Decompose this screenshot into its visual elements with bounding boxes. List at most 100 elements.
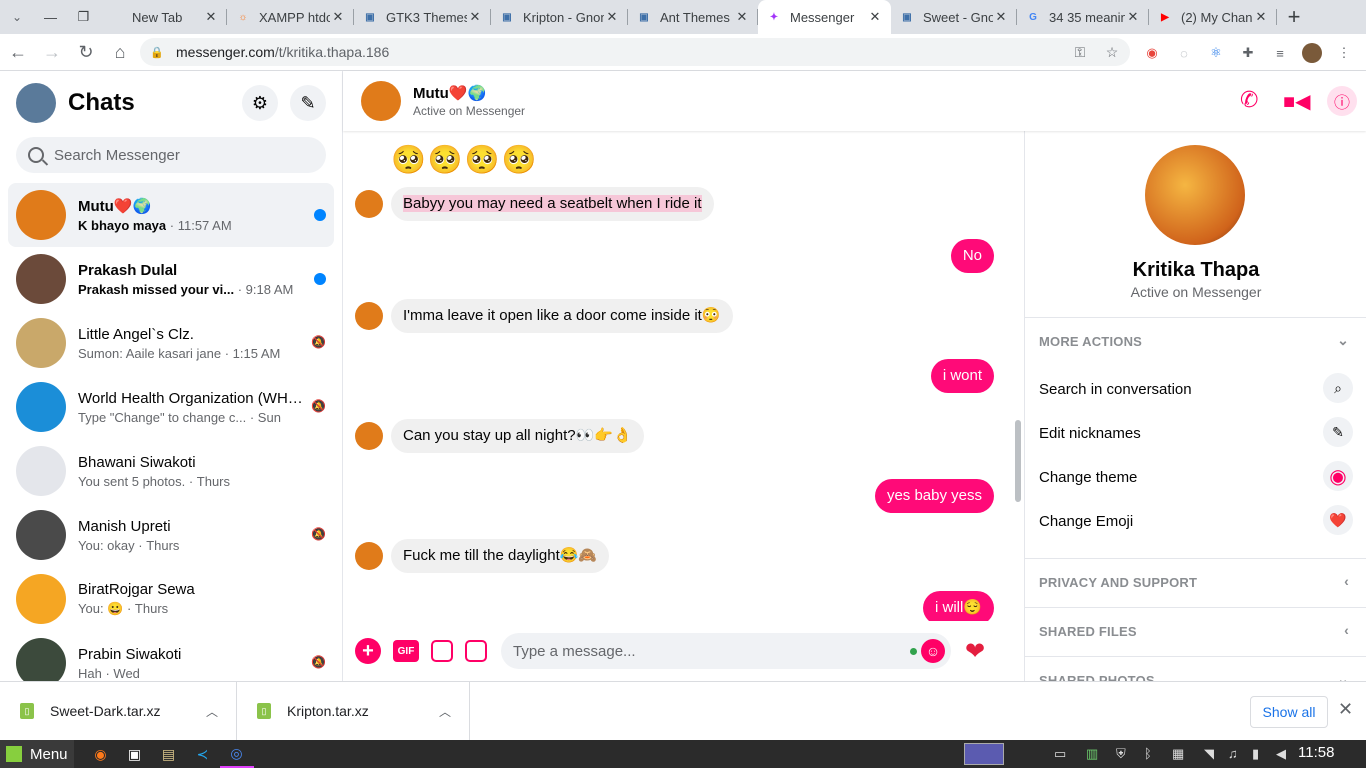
menu-kebab-icon[interactable]: ⋮	[1334, 43, 1354, 63]
send-heart-icon[interactable]: ❤	[965, 637, 985, 666]
back-icon[interactable]: ←	[2, 36, 34, 68]
new-tab-button[interactable]: +	[1277, 0, 1311, 34]
close-tab-icon[interactable]: ✕	[993, 9, 1009, 25]
info-action-item[interactable]: Search in conversation ⌕	[1025, 367, 1366, 411]
reload-icon[interactable]: ↻	[70, 36, 102, 68]
profile-picture[interactable]	[1145, 145, 1245, 245]
show-all-button[interactable]: Show all	[1250, 696, 1328, 728]
wifi-icon[interactable]: ◥	[1204, 746, 1214, 762]
chat-list-item[interactable]: World Health Organization (WHO) Type "Cha…	[8, 375, 334, 439]
browser-tab[interactable]: ▣ GTK3 Themes ✕	[354, 0, 491, 34]
chat-list-item[interactable]: Prabin Siwakoti Hah · Wed 🔕	[8, 631, 334, 681]
chat-list-item[interactable]: Little Angel`s Clz. Sumon: Aaile kasari j…	[8, 311, 334, 375]
shared-files-section[interactable]: SHARED FILES ‹	[1025, 607, 1366, 655]
emoji-message[interactable]: 🥺🥺🥺🥺	[391, 143, 538, 176]
chat-list-item[interactable]: Mutu❤️🌍 K bhayo maya · 11:57 AM	[8, 183, 334, 247]
shared-photos-section[interactable]: SHARED PHOTOS ⌄	[1025, 656, 1366, 681]
close-tab-icon[interactable]: ✕	[604, 9, 620, 25]
chat-list-item[interactable]: BiratRojgar Sewa You: 😀 · Thurs	[8, 567, 334, 631]
profile-avatar[interactable]	[1302, 43, 1322, 63]
close-tab-icon[interactable]: ✕	[1253, 9, 1269, 25]
gif-icon[interactable]: GIF	[393, 640, 419, 662]
clock[interactable]: 11:58	[1298, 744, 1334, 761]
bluetooth-off-icon[interactable]: ᛒ	[1144, 746, 1152, 761]
chat-list-item[interactable]: Prakash Dulal Prakash missed your vi... ·…	[8, 247, 334, 311]
tab-search-button[interactable]: ⌄	[0, 0, 34, 34]
vscode-icon[interactable]: ≺	[186, 740, 220, 768]
close-tab-icon[interactable]: ✕	[330, 9, 346, 25]
download-item[interactable]: ▯ Kripton.tar.xz ︿	[237, 682, 470, 740]
browser-tab[interactable]: ▣ Ant Themes ✕	[628, 0, 758, 34]
home-icon[interactable]: ⌂	[104, 36, 136, 68]
info-action-item[interactable]: Change Emoji ❤️	[1025, 499, 1366, 543]
contact-avatar[interactable]	[361, 81, 401, 121]
emoji-picker-icon[interactable]: ☺	[921, 639, 945, 663]
contact-name[interactable]: Mutu❤️🌍	[413, 84, 525, 102]
search-messenger-input[interactable]: Search Messenger	[16, 137, 326, 173]
files-icon[interactable]: ▤	[152, 740, 186, 768]
start-menu-button[interactable]: Menu	[0, 740, 74, 768]
window-list-icon[interactable]: ▭	[1054, 746, 1066, 762]
workspace-switcher[interactable]	[964, 743, 1004, 765]
browser-tab[interactable]: ▣ Kripton - Gnome✕	[491, 0, 628, 34]
browser-tab[interactable]: ▣ Sweet - Gnome✕	[891, 0, 1017, 34]
chat-list-item[interactable]: Bhawani Siwakoti You sent 5 photos. · Thu…	[8, 439, 334, 503]
message-bubble[interactable]: Can you stay up all night?👀👉👌	[391, 419, 644, 453]
bookmark-star-icon[interactable]: ☆	[1102, 42, 1122, 62]
reading-list-icon[interactable]: ≡	[1270, 43, 1290, 63]
info-action-item[interactable]: Change theme ◉	[1025, 455, 1366, 499]
music-note-icon[interactable]: ♫	[1228, 746, 1238, 761]
close-icon[interactable]: ✕	[1338, 699, 1353, 720]
key-icon[interactable]: ⚿	[1070, 42, 1090, 62]
clipboard-icon[interactable]: ▦	[1172, 746, 1184, 762]
message-bubble[interactable]: i wont	[930, 359, 994, 393]
address-bar[interactable]: 🔒 messenger.com/t/kritika.thapa.186 ⚿ ☆	[140, 38, 1130, 66]
message-bubble[interactable]: Babyy you may need a seatbelt when I rid…	[391, 187, 714, 221]
shield-icon[interactable]: ⛨	[1116, 746, 1126, 762]
message-scrollbar[interactable]	[1015, 420, 1021, 502]
minimize-icon[interactable]: —	[34, 0, 67, 34]
new-message-icon[interactable]: ✎	[290, 85, 326, 121]
chevron-up-icon[interactable]: ︿	[206, 703, 218, 720]
message-bubble[interactable]: I'mma leave it open like a door come ins…	[391, 299, 733, 333]
download-item[interactable]: ▯ Sweet-Dark.tar.xz ︿	[0, 682, 237, 740]
close-tab-icon[interactable]: ✕	[467, 9, 483, 25]
message-bubble[interactable]: No	[950, 239, 994, 273]
message-input[interactable]: Type a message... ☺	[501, 633, 951, 669]
browser-tab[interactable]: ☼ XAMPP htdocs✕	[227, 0, 354, 34]
terminal-icon[interactable]: ▣	[118, 740, 152, 768]
react-devtools-icon[interactable]: ⚛	[1206, 43, 1226, 63]
message-bubble[interactable]: i will😌	[922, 591, 994, 621]
message-bubble[interactable]: Fuck me till the daylight😂🙈	[391, 539, 610, 573]
video-call-icon[interactable]: ■◀	[1283, 89, 1310, 114]
browser-tab[interactable]: ▶ (2) My Channel✕	[1149, 0, 1277, 34]
chat-list-item[interactable]: Manish Upreti You: okay · Thurs 🔕	[8, 503, 334, 567]
user-avatar[interactable]	[16, 83, 56, 123]
browser-tab[interactable]: ✦ Messenger ✕	[758, 0, 891, 34]
photo-icon[interactable]: p	[465, 640, 487, 662]
extension-icon[interactable]: ◌	[1174, 43, 1194, 63]
info-action-item[interactable]: Edit nicknames ✎	[1025, 411, 1366, 455]
update-manager-icon[interactable]: ▥	[1086, 746, 1098, 762]
browser-tab[interactable]: G 34 35 meaning✕	[1017, 0, 1149, 34]
close-tab-icon[interactable]: ✕	[1125, 9, 1141, 25]
conversation-info-icon[interactable]: ⓘ	[1327, 86, 1357, 116]
extensions-puzzle-icon[interactable]: ✚	[1238, 43, 1258, 63]
close-tab-icon[interactable]: ✕	[867, 9, 883, 25]
battery-icon[interactable]: ▮	[1252, 746, 1259, 762]
message-bubble[interactable]: yes baby yess	[874, 479, 994, 513]
more-actions-plus-icon[interactable]: +	[355, 638, 381, 664]
firefox-icon[interactable]: ◉	[84, 740, 118, 768]
close-tab-icon[interactable]: ✕	[734, 9, 750, 25]
settings-gear-icon[interactable]: ⚙	[242, 85, 278, 121]
chevron-up-icon[interactable]: ︿	[439, 703, 451, 720]
more-actions-section[interactable]: MORE ACTIONS ⌄	[1025, 317, 1366, 365]
voice-call-icon[interactable]: ✆	[1240, 87, 1258, 113]
sticker-icon[interactable]: s	[431, 640, 453, 662]
volume-icon[interactable]: ◀	[1276, 746, 1286, 762]
chrome-icon[interactable]: ◎	[219, 740, 254, 768]
restore-icon[interactable]: ❐	[67, 0, 100, 34]
close-tab-icon[interactable]: ✕	[203, 9, 219, 25]
privacy-support-section[interactable]: PRIVACY AND SUPPORT ‹	[1025, 558, 1366, 606]
forward-icon[interactable]: →	[36, 36, 68, 68]
